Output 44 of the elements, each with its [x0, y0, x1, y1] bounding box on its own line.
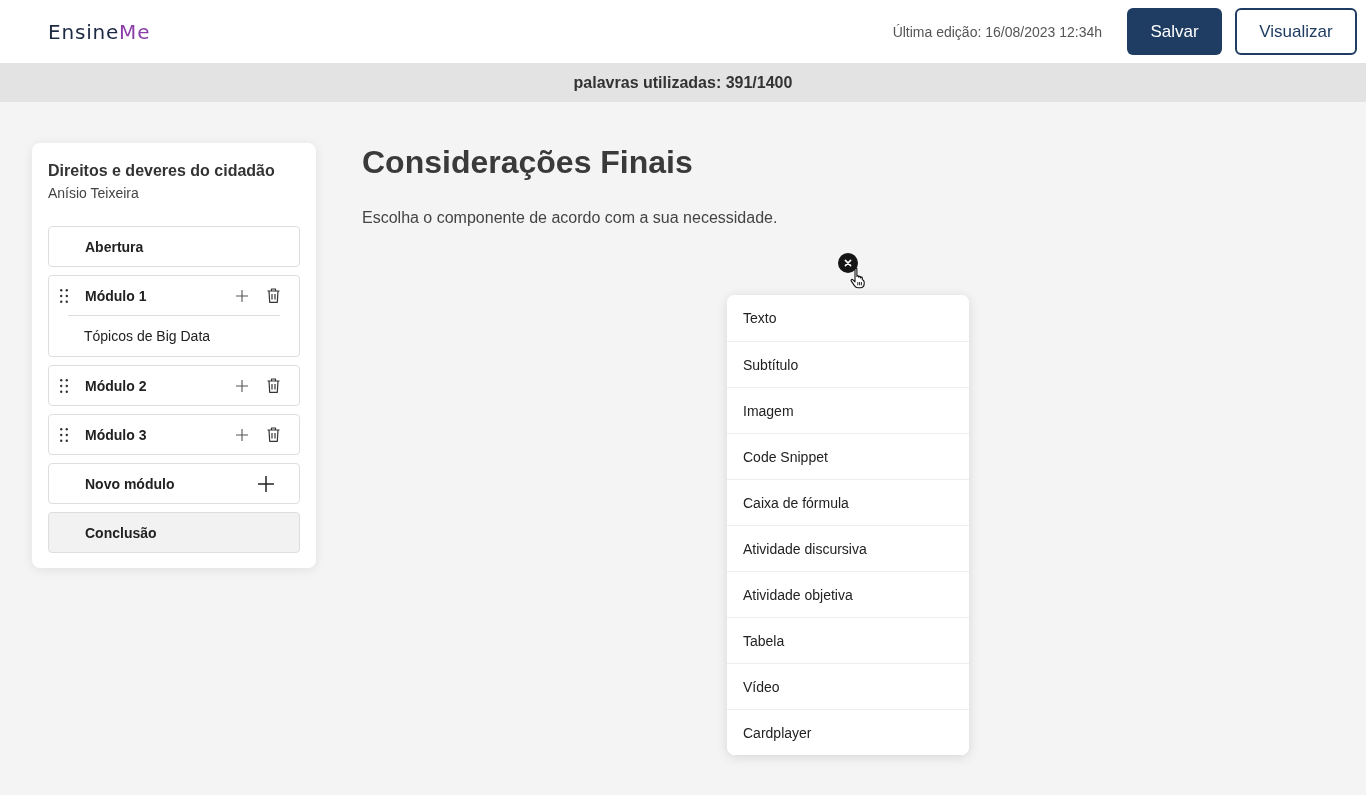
- instruction-text: Escolha o componente de acordo com a sua necessidade.: [362, 208, 779, 228]
- menu-item[interactable]: Atividade objetiva: [727, 571, 969, 617]
- menu-item[interactable]: Imagem: [727, 387, 969, 433]
- module-title[interactable]: Módulo 3: [85, 426, 217, 443]
- plus-icon: [236, 379, 248, 392]
- preview-button[interactable]: Visualizar: [1235, 8, 1357, 55]
- plus-icon: [236, 428, 248, 441]
- page-title: Considerações Finais: [362, 143, 694, 181]
- hand-cursor-icon: [850, 267, 868, 289]
- trash-icon: [267, 427, 280, 442]
- trash-icon: [267, 288, 280, 303]
- sidebar-item[interactable]: Abertura: [48, 226, 300, 267]
- menu-item[interactable]: Texto: [727, 295, 969, 341]
- course-title: Direitos e deveres do cidadão: [48, 161, 276, 181]
- course-author: Anísio Teixeira: [48, 184, 140, 202]
- module-title[interactable]: Módulo 2: [85, 377, 217, 394]
- close-icon[interactable]: [838, 253, 858, 273]
- logo: EnsineMe: [48, 19, 151, 44]
- menu-item[interactable]: Tabela: [727, 617, 969, 663]
- menu-item[interactable]: Code Snippet: [727, 433, 969, 479]
- drag-handle-icon[interactable]: [60, 378, 68, 393]
- delete-button[interactable]: [267, 378, 280, 393]
- menu-item[interactable]: Caixa de fórmula: [727, 479, 969, 525]
- add-topic-button[interactable]: [236, 289, 248, 302]
- add-topic-button[interactable]: [236, 379, 248, 392]
- last-edit-text: Última edição: 16/08/2023 12:34h: [892, 23, 1102, 40]
- topic-item[interactable]: Tópicos de Big Data: [49, 316, 299, 356]
- drag-handle-icon[interactable]: [60, 427, 68, 442]
- plus-icon: [236, 289, 248, 302]
- sidebar-item[interactable]: Conclusão: [48, 512, 300, 553]
- plus-icon: [258, 475, 274, 492]
- new-module-button[interactable]: Novo módulo: [48, 463, 300, 504]
- delete-button[interactable]: [267, 427, 280, 442]
- menu-item[interactable]: Atividade discursiva: [727, 525, 969, 571]
- menu-item[interactable]: Cardplayer: [727, 709, 969, 755]
- delete-button[interactable]: [267, 288, 280, 303]
- trash-icon: [267, 378, 280, 393]
- module-title[interactable]: Módulo 1: [85, 287, 217, 304]
- save-button[interactable]: Salvar: [1127, 8, 1222, 55]
- word-count-text: palavras utilizadas: 391/1400: [573, 73, 793, 92]
- menu-item[interactable]: Subtítulo: [727, 341, 969, 387]
- drag-handle-icon[interactable]: [60, 288, 68, 303]
- menu-item[interactable]: Vídeo: [727, 663, 969, 709]
- add-topic-button[interactable]: [236, 428, 248, 441]
